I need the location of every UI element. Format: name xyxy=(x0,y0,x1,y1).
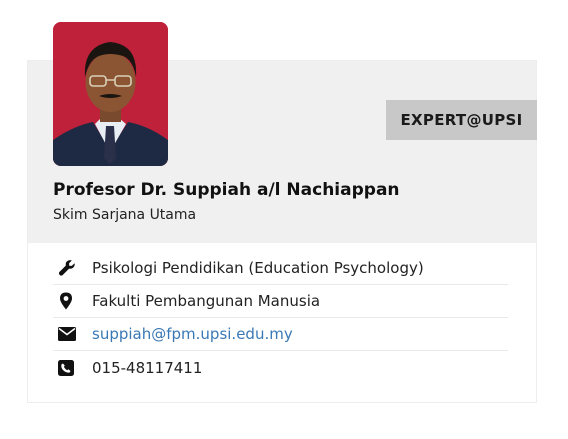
profile-position: Skim Sarjana Utama xyxy=(53,207,197,223)
expertise-text: Psikologi Pendidikan (Education Psycholo… xyxy=(92,259,424,277)
profile-photo xyxy=(53,22,168,166)
envelope-icon xyxy=(58,327,84,341)
map-marker-icon xyxy=(58,292,84,310)
wrench-icon xyxy=(58,259,84,277)
expert-badge[interactable]: EXPERT@UPSI xyxy=(386,100,537,140)
expertise-row: Psikologi Pendidikan (Education Psycholo… xyxy=(53,252,508,285)
faculty-row: Fakulti Pembangunan Manusia xyxy=(53,285,508,318)
email-link[interactable]: suppiah@fpm.upsi.edu.my xyxy=(92,325,293,343)
email-row: suppiah@fpm.upsi.edu.my xyxy=(53,318,508,351)
phone-row: 015-48117411 xyxy=(53,351,508,384)
faculty-text: Fakulti Pembangunan Manusia xyxy=(92,292,321,310)
contact-info-list: Psikologi Pendidikan (Education Psycholo… xyxy=(53,252,508,384)
phone-text[interactable]: 015-48117411 xyxy=(92,359,202,377)
portrait-image xyxy=(53,22,168,166)
phone-icon xyxy=(58,359,84,376)
profile-name: Profesor Dr. Suppiah a/l Nachiappan xyxy=(53,180,400,200)
